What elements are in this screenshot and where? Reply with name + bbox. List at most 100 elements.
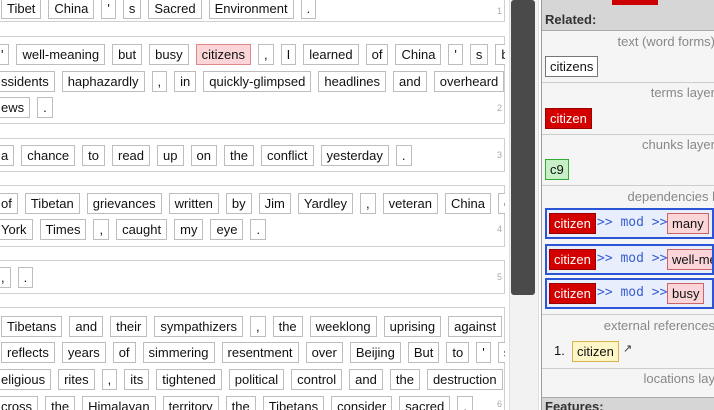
token[interactable]: , <box>151 70 168 92</box>
token[interactable]: busy <box>149 43 189 65</box>
external-link-icon[interactable]: ↗ <box>623 342 632 355</box>
token[interactable]: weeklong <box>309 315 377 337</box>
token[interactable]: ssidents <box>0 70 55 92</box>
token[interactable]: and <box>349 368 383 390</box>
token[interactable]: . <box>17 266 34 288</box>
token[interactable]: s <box>469 43 489 65</box>
token[interactable]: Tibetan <box>24 192 80 214</box>
token[interactable]: control <box>291 368 343 390</box>
selected-token[interactable]: citizens <box>195 43 251 65</box>
token[interactable]: a <box>0 144 15 166</box>
token[interactable]: , <box>93 218 110 240</box>
token[interactable]: s <box>497 341 505 363</box>
token[interactable]: their <box>110 315 148 337</box>
token[interactable]: Sacred <box>148 0 202 19</box>
term-chip[interactable]: citizen <box>545 108 592 129</box>
token[interactable]: ' <box>476 341 491 363</box>
token[interactable]: written <box>168 192 219 214</box>
token[interactable]: . <box>457 395 473 410</box>
token[interactable]: quickly-glimpsed <box>203 70 312 92</box>
token[interactable]: But <box>407 341 440 363</box>
token[interactable]: China <box>395 43 442 65</box>
token[interactable]: . <box>395 144 412 166</box>
token[interactable]: Tibetans <box>262 395 325 410</box>
external-reference-chip[interactable]: citizen <box>572 341 619 362</box>
token[interactable]: against <box>448 315 503 337</box>
token[interactable]: well-meaning <box>16 43 106 65</box>
word-form-chip[interactable]: citizens <box>545 56 599 77</box>
token[interactable]: destruction <box>426 368 503 390</box>
token[interactable]: , <box>0 266 11 288</box>
token[interactable]: the <box>389 368 420 390</box>
token[interactable]: the <box>225 395 256 410</box>
token[interactable]: Jim <box>258 192 291 214</box>
token[interactable]: its <box>124 368 150 390</box>
token[interactable]: ' <box>101 0 116 19</box>
token[interactable]: . <box>250 218 267 240</box>
token[interactable]: . <box>300 0 317 19</box>
token[interactable]: to <box>82 144 105 166</box>
token[interactable]: in <box>174 70 197 92</box>
token[interactable]: consider <box>331 395 393 410</box>
token[interactable]: eligious <box>0 368 52 390</box>
token[interactable]: my <box>174 218 204 240</box>
token[interactable]: sympathizers <box>154 315 243 337</box>
token[interactable]: and <box>69 315 104 337</box>
token[interactable]: years <box>61 341 106 363</box>
token[interactable]: Himalayan <box>82 395 156 410</box>
scrollbar-thumb[interactable] <box>511 0 535 295</box>
token[interactable]: Times <box>39 218 87 240</box>
token[interactable]: of <box>0 192 18 214</box>
token[interactable]: I <box>280 43 297 65</box>
token[interactable]: , <box>101 368 118 390</box>
token[interactable]: by <box>225 192 252 214</box>
token[interactable]: haphazardly <box>61 70 145 92</box>
token[interactable]: sacred <box>399 395 451 410</box>
token[interactable]: ' <box>448 43 463 65</box>
token[interactable]: to <box>446 341 470 363</box>
dependency-item[interactable]: citizen >> mod >> well-mea <box>545 244 714 275</box>
token[interactable]: correspondent <box>497 192 505 214</box>
token[interactable]: s <box>122 0 142 19</box>
token[interactable]: uprising <box>383 315 442 337</box>
token[interactable]: , <box>249 315 266 337</box>
token[interactable]: reflects <box>1 341 55 363</box>
dependency-item[interactable]: citizen >> mod >> busy <box>545 278 714 309</box>
token[interactable]: Tibet <box>1 0 42 19</box>
token[interactable]: ' <box>0 43 10 65</box>
token[interactable]: political <box>228 368 285 390</box>
token[interactable]: grievances <box>86 192 162 214</box>
token[interactable]: learned <box>303 43 359 65</box>
token[interactable]: chance <box>21 144 76 166</box>
token[interactable]: up <box>157 144 184 166</box>
token[interactable]: eye <box>210 218 244 240</box>
token[interactable]: conflict <box>261 144 314 166</box>
token[interactable]: rites <box>58 368 95 390</box>
token[interactable]: over <box>305 341 343 363</box>
token[interactable]: resentment <box>221 341 299 363</box>
token[interactable]: simmering <box>142 341 215 363</box>
token[interactable]: territory <box>162 395 219 410</box>
token[interactable]: but <box>112 43 143 65</box>
chunk-chip[interactable]: c9 <box>545 159 569 180</box>
token[interactable]: and <box>393 70 427 92</box>
token[interactable]: York <box>0 218 33 240</box>
token[interactable]: the <box>272 315 303 337</box>
token[interactable]: overheard <box>433 70 505 92</box>
active-tab-marker[interactable] <box>612 0 658 5</box>
token[interactable]: the <box>223 144 255 166</box>
token[interactable]: ews <box>0 96 31 118</box>
token[interactable]: read <box>112 144 151 166</box>
token[interactable]: veteran <box>382 192 438 214</box>
dependency-item[interactable]: citizen >> mod >> many <box>545 208 714 239</box>
token[interactable]: Environment <box>208 0 294 19</box>
token[interactable]: caught <box>116 218 168 240</box>
token[interactable]: Beijing <box>349 341 401 363</box>
token[interactable]: , <box>257 43 274 65</box>
token[interactable]: Tibetans <box>1 315 63 337</box>
token[interactable]: headlines <box>318 70 387 92</box>
token[interactable]: the <box>45 395 76 410</box>
token[interactable]: . <box>37 96 53 118</box>
token[interactable]: China <box>48 0 95 19</box>
token[interactable]: yesterday <box>320 144 389 166</box>
